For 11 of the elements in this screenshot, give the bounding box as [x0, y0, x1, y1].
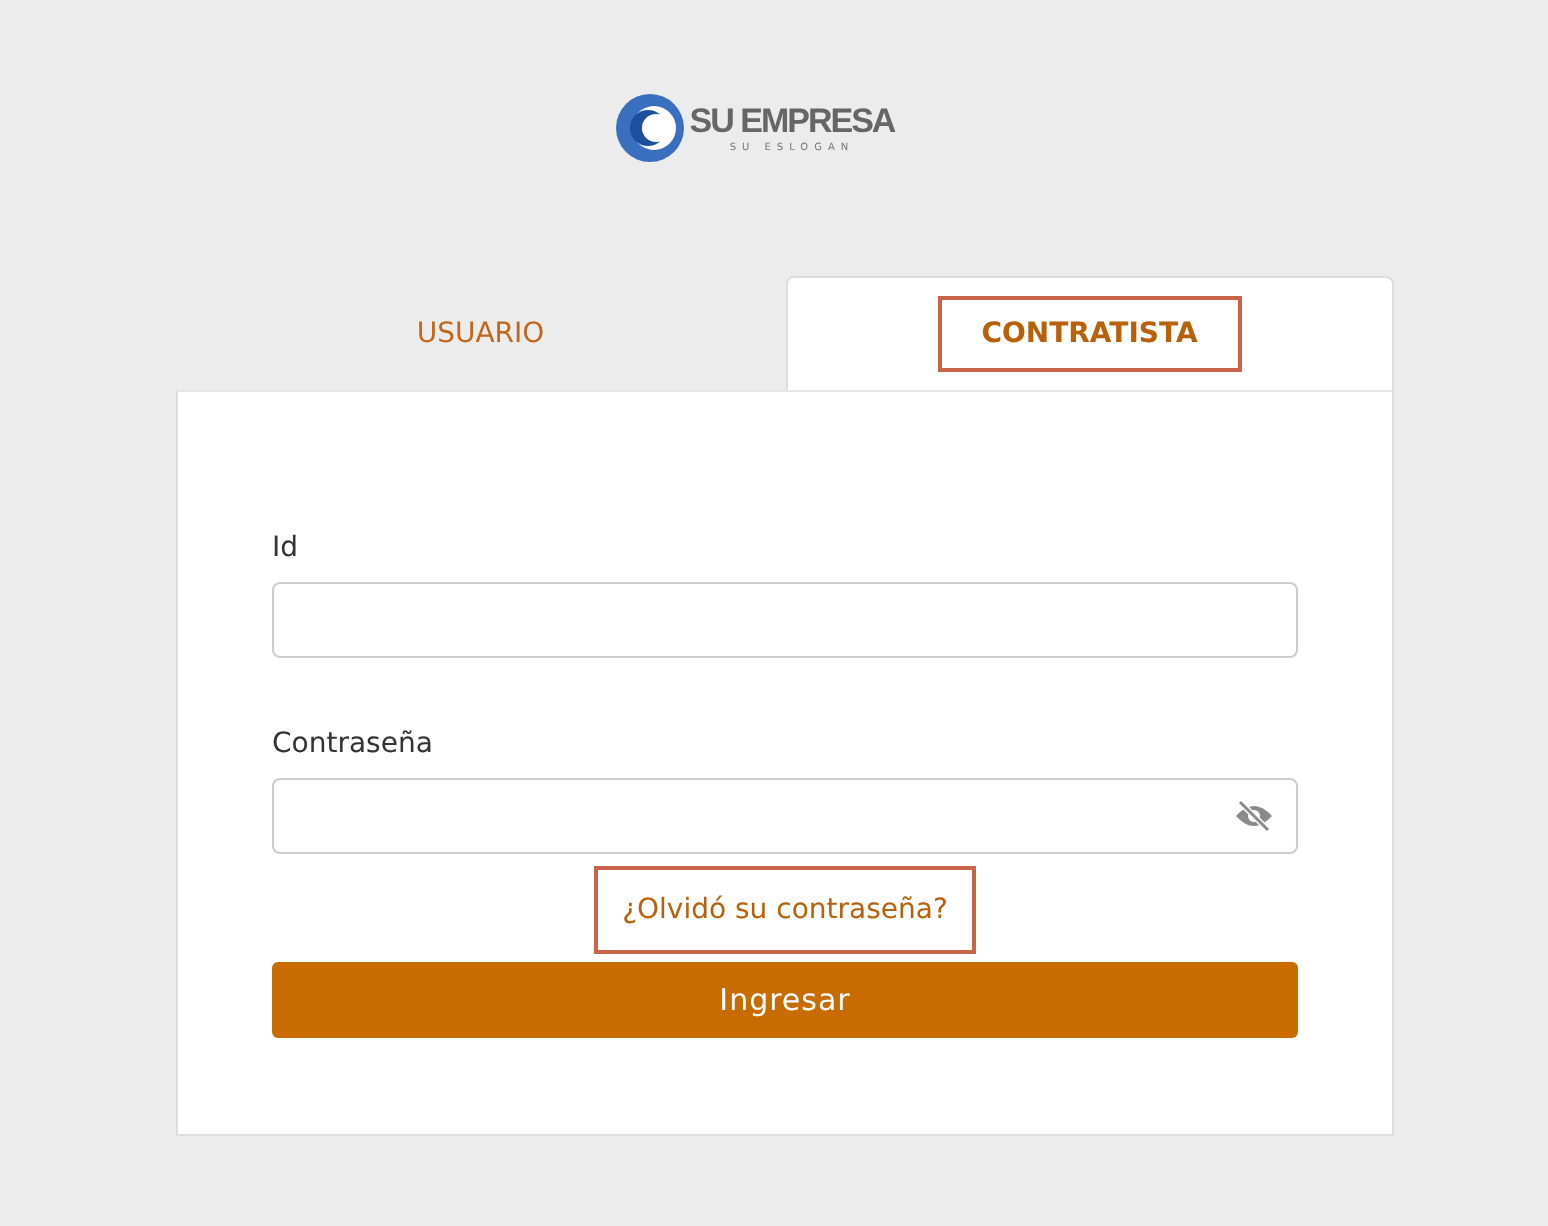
password-field[interactable] [272, 778, 1298, 854]
field-label: Id [272, 532, 301, 564]
logo-text: SU EMPRESA [689, 101, 895, 141]
submit-button[interactable]: Ingresar [272, 962, 1298, 1038]
input-field[interactable] [272, 582, 1298, 658]
eye-slash-icon[interactable] [1234, 800, 1274, 832]
field-label: Contraseña [272, 728, 435, 760]
logo-icon [613, 92, 686, 164]
tab[interactable]: USUARIO [372, 296, 589, 372]
forgot-password-link[interactable]: ¿Olvidó su contraseña? [594, 866, 976, 954]
tab[interactable]: CONTRATISTA [937, 296, 1242, 372]
